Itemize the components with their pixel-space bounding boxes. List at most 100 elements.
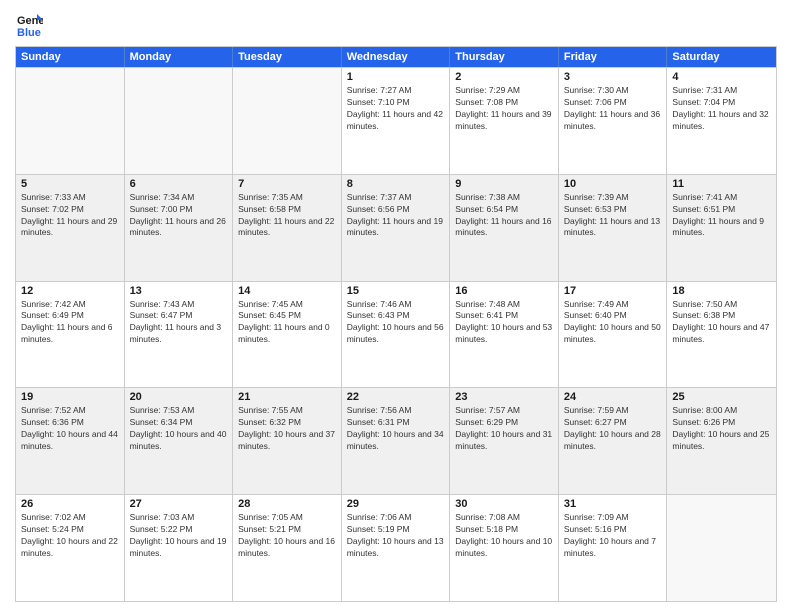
day-number: 29 [347, 498, 445, 510]
cell-info: Sunrise: 7:42 AM Sunset: 6:49 PM Dayligh… [21, 299, 119, 347]
cell-info: Sunrise: 7:56 AM Sunset: 6:31 PM Dayligh… [347, 405, 445, 453]
header-day-tuesday: Tuesday [233, 47, 342, 67]
cell-info: Sunrise: 7:45 AM Sunset: 6:45 PM Dayligh… [238, 299, 336, 347]
cell-info: Sunrise: 7:09 AM Sunset: 5:16 PM Dayligh… [564, 512, 662, 560]
day-cell-31: 31 Sunrise: 7:09 AM Sunset: 5:16 PM Dayl… [559, 495, 668, 601]
header-day-wednesday: Wednesday [342, 47, 451, 67]
calendar-body: 1 Sunrise: 7:27 AM Sunset: 7:10 PM Dayli… [16, 67, 776, 601]
day-number: 16 [455, 285, 553, 297]
day-cell-1: 1 Sunrise: 7:27 AM Sunset: 7:10 PM Dayli… [342, 68, 451, 174]
day-number: 11 [672, 178, 771, 190]
cell-info: Sunrise: 7:37 AM Sunset: 6:56 PM Dayligh… [347, 192, 445, 240]
day-cell-17: 17 Sunrise: 7:49 AM Sunset: 6:40 PM Dayl… [559, 282, 668, 388]
cell-info: Sunrise: 7:31 AM Sunset: 7:04 PM Dayligh… [672, 85, 771, 133]
calendar-row-2: 12 Sunrise: 7:42 AM Sunset: 6:49 PM Dayl… [16, 281, 776, 388]
cell-info: Sunrise: 7:05 AM Sunset: 5:21 PM Dayligh… [238, 512, 336, 560]
day-number: 3 [564, 71, 662, 83]
empty-cell [125, 68, 234, 174]
day-number: 31 [564, 498, 662, 510]
calendar-row-0: 1 Sunrise: 7:27 AM Sunset: 7:10 PM Dayli… [16, 67, 776, 174]
cell-info: Sunrise: 7:35 AM Sunset: 6:58 PM Dayligh… [238, 192, 336, 240]
day-number: 30 [455, 498, 553, 510]
day-cell-5: 5 Sunrise: 7:33 AM Sunset: 7:02 PM Dayli… [16, 175, 125, 281]
cell-info: Sunrise: 7:41 AM Sunset: 6:51 PM Dayligh… [672, 192, 771, 240]
day-number: 4 [672, 71, 771, 83]
day-number: 18 [672, 285, 771, 297]
day-cell-10: 10 Sunrise: 7:39 AM Sunset: 6:53 PM Dayl… [559, 175, 668, 281]
day-cell-30: 30 Sunrise: 7:08 AM Sunset: 5:18 PM Dayl… [450, 495, 559, 601]
day-cell-8: 8 Sunrise: 7:37 AM Sunset: 6:56 PM Dayli… [342, 175, 451, 281]
calendar-header: SundayMondayTuesdayWednesdayThursdayFrid… [16, 47, 776, 67]
day-cell-26: 26 Sunrise: 7:02 AM Sunset: 5:24 PM Dayl… [16, 495, 125, 601]
day-cell-16: 16 Sunrise: 7:48 AM Sunset: 6:41 PM Dayl… [450, 282, 559, 388]
header-day-thursday: Thursday [450, 47, 559, 67]
cell-info: Sunrise: 7:38 AM Sunset: 6:54 PM Dayligh… [455, 192, 553, 240]
logo: General Blue [15, 10, 43, 38]
day-number: 21 [238, 391, 336, 403]
cell-info: Sunrise: 7:27 AM Sunset: 7:10 PM Dayligh… [347, 85, 445, 133]
calendar-row-4: 26 Sunrise: 7:02 AM Sunset: 5:24 PM Dayl… [16, 494, 776, 601]
calendar-row-1: 5 Sunrise: 7:33 AM Sunset: 7:02 PM Dayli… [16, 174, 776, 281]
day-cell-15: 15 Sunrise: 7:46 AM Sunset: 6:43 PM Dayl… [342, 282, 451, 388]
day-number: 8 [347, 178, 445, 190]
day-number: 28 [238, 498, 336, 510]
day-number: 2 [455, 71, 553, 83]
logo-icon: General Blue [15, 10, 43, 38]
day-number: 24 [564, 391, 662, 403]
empty-cell [667, 495, 776, 601]
day-number: 13 [130, 285, 228, 297]
svg-text:Blue: Blue [17, 27, 41, 38]
cell-info: Sunrise: 7:03 AM Sunset: 5:22 PM Dayligh… [130, 512, 228, 560]
day-number: 6 [130, 178, 228, 190]
empty-cell [233, 68, 342, 174]
day-number: 27 [130, 498, 228, 510]
cell-info: Sunrise: 7:02 AM Sunset: 5:24 PM Dayligh… [21, 512, 119, 560]
cell-info: Sunrise: 7:46 AM Sunset: 6:43 PM Dayligh… [347, 299, 445, 347]
empty-cell [16, 68, 125, 174]
day-number: 19 [21, 391, 119, 403]
day-number: 22 [347, 391, 445, 403]
cell-info: Sunrise: 7:48 AM Sunset: 6:41 PM Dayligh… [455, 299, 553, 347]
cell-info: Sunrise: 7:55 AM Sunset: 6:32 PM Dayligh… [238, 405, 336, 453]
cell-info: Sunrise: 8:00 AM Sunset: 6:26 PM Dayligh… [672, 405, 771, 453]
cell-info: Sunrise: 7:39 AM Sunset: 6:53 PM Dayligh… [564, 192, 662, 240]
cell-info: Sunrise: 7:49 AM Sunset: 6:40 PM Dayligh… [564, 299, 662, 347]
cell-info: Sunrise: 7:50 AM Sunset: 6:38 PM Dayligh… [672, 299, 771, 347]
page: General Blue SundayMondayTuesdayWednesda… [0, 0, 792, 612]
header-day-friday: Friday [559, 47, 668, 67]
day-cell-19: 19 Sunrise: 7:52 AM Sunset: 6:36 PM Dayl… [16, 388, 125, 494]
day-number: 14 [238, 285, 336, 297]
cell-info: Sunrise: 7:33 AM Sunset: 7:02 PM Dayligh… [21, 192, 119, 240]
cell-info: Sunrise: 7:53 AM Sunset: 6:34 PM Dayligh… [130, 405, 228, 453]
day-cell-3: 3 Sunrise: 7:30 AM Sunset: 7:06 PM Dayli… [559, 68, 668, 174]
cell-info: Sunrise: 7:29 AM Sunset: 7:08 PM Dayligh… [455, 85, 553, 133]
cell-info: Sunrise: 7:34 AM Sunset: 7:00 PM Dayligh… [130, 192, 228, 240]
day-cell-12: 12 Sunrise: 7:42 AM Sunset: 6:49 PM Dayl… [16, 282, 125, 388]
calendar-row-3: 19 Sunrise: 7:52 AM Sunset: 6:36 PM Dayl… [16, 387, 776, 494]
day-cell-20: 20 Sunrise: 7:53 AM Sunset: 6:34 PM Dayl… [125, 388, 234, 494]
day-number: 9 [455, 178, 553, 190]
day-cell-9: 9 Sunrise: 7:38 AM Sunset: 6:54 PM Dayli… [450, 175, 559, 281]
day-cell-24: 24 Sunrise: 7:59 AM Sunset: 6:27 PM Dayl… [559, 388, 668, 494]
day-cell-28: 28 Sunrise: 7:05 AM Sunset: 5:21 PM Dayl… [233, 495, 342, 601]
day-number: 7 [238, 178, 336, 190]
header-day-monday: Monday [125, 47, 234, 67]
day-number: 20 [130, 391, 228, 403]
day-cell-11: 11 Sunrise: 7:41 AM Sunset: 6:51 PM Dayl… [667, 175, 776, 281]
day-cell-25: 25 Sunrise: 8:00 AM Sunset: 6:26 PM Dayl… [667, 388, 776, 494]
day-cell-27: 27 Sunrise: 7:03 AM Sunset: 5:22 PM Dayl… [125, 495, 234, 601]
day-cell-6: 6 Sunrise: 7:34 AM Sunset: 7:00 PM Dayli… [125, 175, 234, 281]
day-number: 10 [564, 178, 662, 190]
day-cell-21: 21 Sunrise: 7:55 AM Sunset: 6:32 PM Dayl… [233, 388, 342, 494]
day-number: 1 [347, 71, 445, 83]
day-number: 23 [455, 391, 553, 403]
cell-info: Sunrise: 7:06 AM Sunset: 5:19 PM Dayligh… [347, 512, 445, 560]
cell-info: Sunrise: 7:59 AM Sunset: 6:27 PM Dayligh… [564, 405, 662, 453]
day-cell-13: 13 Sunrise: 7:43 AM Sunset: 6:47 PM Dayl… [125, 282, 234, 388]
day-cell-14: 14 Sunrise: 7:45 AM Sunset: 6:45 PM Dayl… [233, 282, 342, 388]
day-cell-7: 7 Sunrise: 7:35 AM Sunset: 6:58 PM Dayli… [233, 175, 342, 281]
header-day-sunday: Sunday [16, 47, 125, 67]
cell-info: Sunrise: 7:30 AM Sunset: 7:06 PM Dayligh… [564, 85, 662, 133]
day-number: 5 [21, 178, 119, 190]
day-cell-4: 4 Sunrise: 7:31 AM Sunset: 7:04 PM Dayli… [667, 68, 776, 174]
